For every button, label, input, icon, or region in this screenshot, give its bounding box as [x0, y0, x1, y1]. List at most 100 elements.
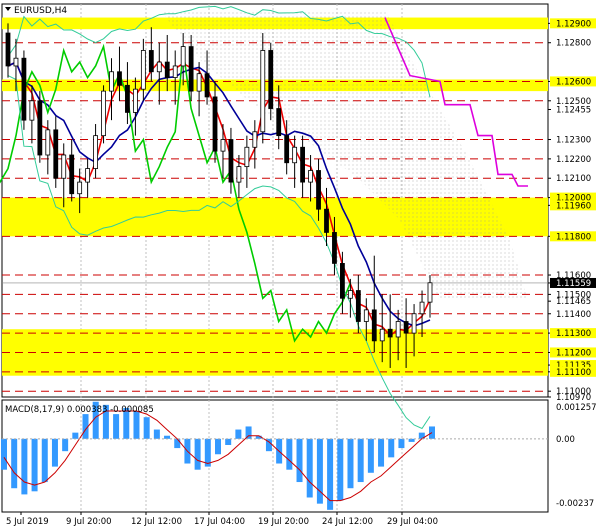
macd-histogram-bar: [245, 426, 252, 439]
macd-histogram-bar: [367, 438, 374, 473]
y-tick-label: 1.11100: [556, 368, 591, 378]
candle-body: [212, 96, 218, 152]
candle-body: [101, 90, 106, 137]
candle-body: [5, 32, 11, 67]
candle-body: [236, 166, 242, 183]
x-tick-label: 12 Jul 12:00: [131, 517, 182, 527]
candle-body: [188, 46, 194, 92]
macd-histogram-bar: [1, 438, 7, 470]
x-tick-label: 24 Jul 12:00: [322, 517, 373, 527]
candle-body: [125, 84, 130, 113]
macd-histogram-bar: [286, 438, 293, 470]
candle-body: [387, 328, 393, 338]
macd-label: MACD(8,17,9) 0.000383 -0.000085: [5, 405, 154, 415]
y-tick-label: 1.12800: [556, 39, 591, 49]
macd-histogram-bar: [378, 438, 385, 467]
candle-body: [260, 50, 266, 133]
candle-body: [53, 129, 59, 179]
candle-body: [29, 100, 35, 121]
candle-body: [244, 146, 250, 168]
macd-histogram-bar: [215, 438, 221, 455]
macd-histogram-bar: [21, 438, 28, 495]
candle-body: [308, 170, 313, 183]
candle-body: [419, 301, 425, 315]
candle-body: [284, 135, 290, 164]
x-tick-label: 5 Jul 2019: [6, 517, 49, 527]
candle-body: [117, 71, 122, 86]
x-tick-label: 19 Jul 20:00: [258, 517, 309, 527]
y-tick-label: 1.12200: [556, 155, 591, 165]
y-tick-label: 1.12600: [556, 77, 591, 87]
candle-body: [61, 154, 67, 179]
y-tick-label: 1.12300: [556, 136, 591, 146]
macd-histogram-bar: [62, 438, 69, 452]
y-tick-label: 1.10970: [556, 393, 591, 403]
macd-histogram-bar: [113, 414, 120, 439]
macd-y-tick-label: 0.001257: [556, 403, 597, 413]
candle-body: [300, 146, 306, 183]
macd-histogram-bar: [225, 438, 232, 445]
candle-body: [69, 154, 75, 195]
candle-body: [21, 57, 27, 121]
candle-body: [204, 73, 210, 98]
candle-body: [340, 263, 345, 299]
candle-body: [180, 46, 186, 67]
candle-body: [427, 282, 433, 303]
y-tick-label: 1.11200: [556, 348, 591, 358]
candle-body: [77, 181, 83, 195]
candle-body: [276, 108, 282, 137]
candle-body: [196, 73, 202, 92]
y-tick-label: 1.12100: [556, 174, 591, 184]
candle-body: [371, 309, 377, 342]
candle-body: [45, 129, 51, 156]
candle-body: [156, 61, 162, 73]
chart-window: 1.12900 1.12800 1.12600 1.12500 1.12455 1.123…: [0, 0, 598, 532]
y-tick-label: 1.11465: [556, 297, 591, 307]
candle-body: [140, 50, 146, 90]
macd-histogram-bar: [316, 438, 323, 504]
candle-body: [411, 313, 417, 334]
y-tick-label: 1.11960: [556, 201, 591, 211]
macd-histogram-bar: [306, 438, 313, 498]
macd-histogram-bar: [51, 438, 58, 467]
macd-histogram-bar: [72, 432, 79, 439]
chart-svg: 1.129001.128001.126001.125001.124551.123…: [0, 3, 597, 527]
candle-body: [220, 139, 226, 152]
y-tick-label: 1.11300: [556, 329, 591, 339]
candle-body: [403, 321, 409, 334]
y-tick-label: 1.12900: [556, 19, 591, 29]
candle-body: [37, 100, 43, 156]
candle-body: [93, 135, 98, 169]
y-tick-label: 1.11400: [556, 310, 591, 320]
candle-body: [132, 88, 138, 113]
candle-body: [228, 139, 234, 183]
macd-histogram-bar: [11, 438, 18, 489]
candle-body: [332, 232, 337, 264]
candle-body: [347, 290, 353, 299]
macd-y-tick-label: -0.00237: [556, 499, 594, 509]
candle-body: [148, 50, 154, 73]
y-tick-label: 1.11559: [556, 279, 591, 289]
candle-body: [292, 146, 298, 164]
candle-body: [109, 71, 114, 92]
macd-histogram-bar: [388, 438, 395, 458]
candle-body: [172, 65, 178, 78]
y-tick-label: 1.12455: [556, 106, 591, 116]
candle-body: [363, 309, 369, 322]
macd-histogram-bar: [143, 417, 150, 439]
chart-title: EURUSD,H4: [14, 6, 67, 16]
candle-body: [379, 328, 385, 342]
candle-body: [13, 57, 19, 67]
candle-body: [355, 290, 361, 322]
x-tick-label: 17 Jul 04:00: [194, 517, 245, 527]
macd-histogram-bar: [296, 438, 303, 483]
macd-histogram-bar: [133, 411, 140, 439]
candle-body: [252, 131, 258, 148]
macd-histogram-bar: [153, 429, 160, 439]
macd-histogram-bar: [31, 438, 38, 492]
y-tick-label: 1.11800: [556, 232, 591, 242]
x-tick-label: 9 Jul 20:00: [66, 517, 112, 527]
candle-body: [164, 61, 170, 78]
macd-histogram-bar: [337, 438, 344, 501]
macd-histogram-bar: [347, 438, 354, 489]
